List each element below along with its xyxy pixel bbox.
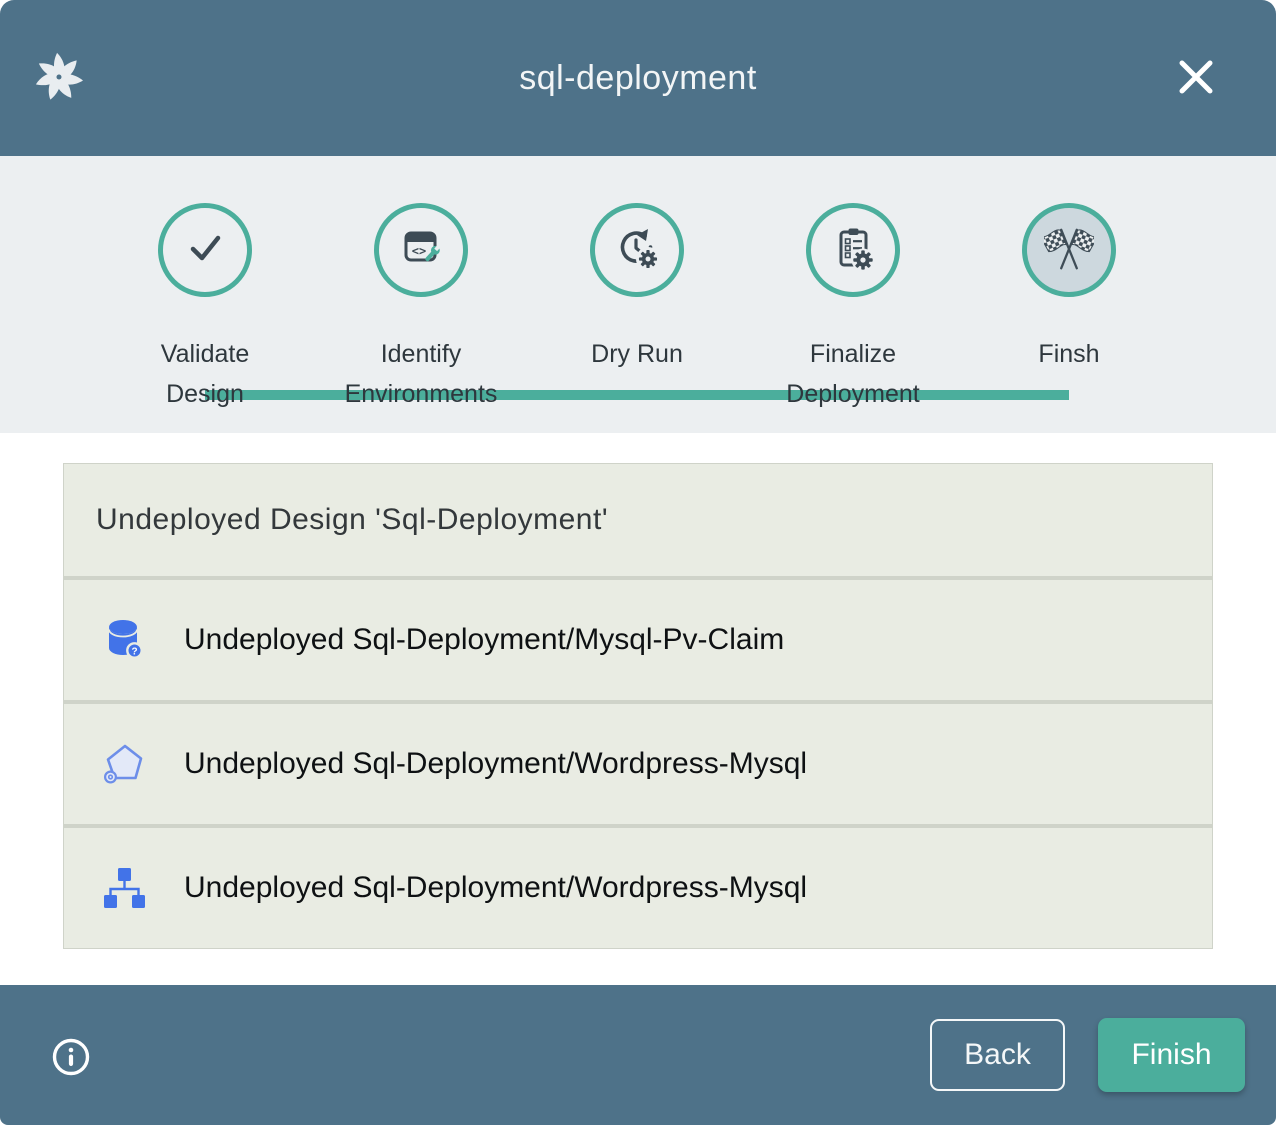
result-row-wordpress-mysql-2: Undeployed Sql-Deployment/Wordpress-Mysq… [64,828,1212,948]
checkmark-icon [181,224,229,277]
step-dry-run: Dry Run [529,156,745,433]
result-row-text: Undeployed Sql-Deployment/Wordpress-Mysq… [184,871,807,905]
step-label: Finalize Deployment [786,335,919,414]
checkered-flags-icon [1044,223,1094,278]
step-label: Dry Run [591,335,683,375]
rerun-gear-icon [613,224,661,277]
step-finalize-deployment: Finalize Deployment [745,156,961,433]
clipboard-gear-icon [829,224,877,277]
result-row-text: Undeployed Sql-Deployment/Wordpress-Mysq… [184,747,807,781]
modal-footer: Back Finish [0,985,1276,1125]
step-label: Finsh [1038,335,1099,375]
result-row-text: Undeployed Sql-Deployment/Mysql-Pv-Claim [184,623,784,657]
step-label: Identify Environments [345,335,498,414]
svg-text:<>: <> [412,244,426,258]
step-identify-environments: <> Identify Environments [313,156,529,433]
close-button[interactable] [1174,56,1218,100]
step-label: Validate Design [161,335,250,414]
deployment-wizard-modal: sql-deployment [0,0,1276,1125]
step-validate-design: Validate Design [97,156,313,433]
code-window-wrench-icon: <> [397,224,445,277]
pinwheel-logo-icon [30,48,88,106]
info-button[interactable] [51,1037,91,1077]
info-icon [51,1065,91,1080]
step-finish: Finsh [961,156,1177,433]
back-button[interactable]: Back [930,1019,1065,1091]
modal-header: sql-deployment [0,0,1276,156]
modal-title: sql-deployment [0,0,1276,156]
results-content: Undeployed Design 'Sql-Deployment' ? Und… [0,433,1276,985]
database-question-icon: ? [100,616,148,664]
pentagon-pod-icon [100,740,148,788]
topology-tree-icon [100,864,148,912]
progress-stepper: Validate Design <> [0,156,1276,433]
result-row-mysql-pv-claim: ? Undeployed Sql-Deployment/Mysql-Pv-Cla… [64,580,1212,700]
undeploy-results-panel: Undeployed Design 'Sql-Deployment' ? Und… [63,463,1213,949]
close-x-icon [1174,55,1218,102]
panel-header: Undeployed Design 'Sql-Deployment' [64,464,1212,576]
result-row-wordpress-mysql-1: Undeployed Sql-Deployment/Wordpress-Mysq… [64,704,1212,824]
finish-button[interactable]: Finish [1098,1018,1245,1092]
svg-text:?: ? [131,646,137,657]
